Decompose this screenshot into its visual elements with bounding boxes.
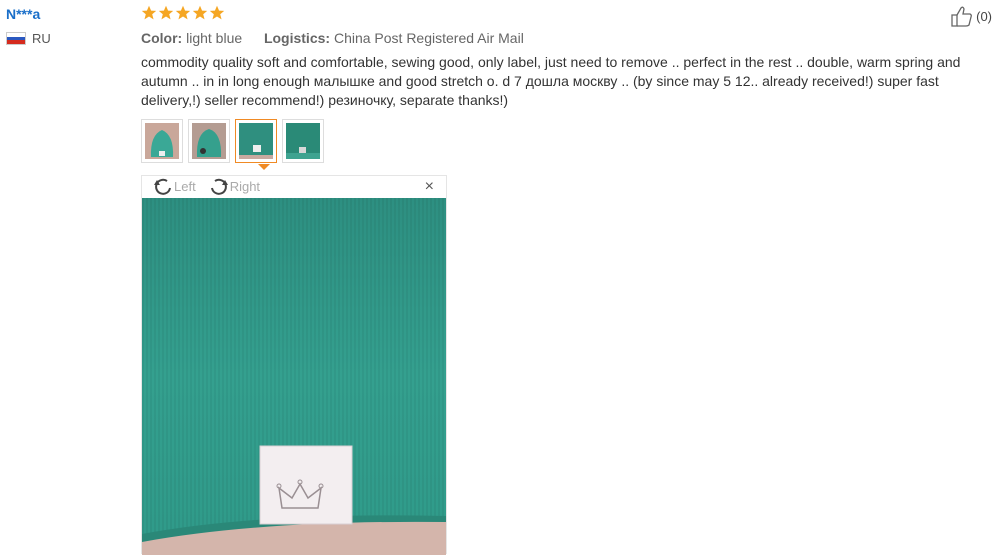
rotate-left-icon: [154, 178, 171, 195]
garment-label: [259, 445, 353, 525]
star-icon: [192, 5, 208, 20]
rotate-right-icon: [210, 178, 228, 195]
logistics-value: China Post Registered Air Mail: [333, 30, 524, 46]
thumb-4[interactable]: [282, 119, 324, 163]
thumb-1[interactable]: [141, 119, 183, 163]
review-body: Color: light blue Logistics: China Post …: [141, 3, 991, 110]
russia-flag-icon: [6, 32, 26, 45]
review-photo: [142, 198, 446, 555]
star-icon: [141, 5, 157, 20]
active-thumb-indicator: [258, 164, 270, 170]
buyer-country: RU: [6, 31, 51, 46]
star-icon: [158, 5, 174, 20]
star-icon: [209, 5, 225, 20]
rotate-left-button[interactable]: Left: [152, 177, 196, 197]
buyer-name[interactable]: N***a: [6, 5, 51, 23]
hat-photo-thumbnail: [192, 123, 226, 159]
star-rating: [141, 3, 991, 23]
viewer-toolbar: Left Right ×: [142, 176, 446, 197]
order-meta: Color: light blue Logistics: China Post …: [141, 30, 991, 46]
star-icon: [175, 5, 191, 20]
hat-photo-thumbnail: [239, 123, 273, 159]
rotate-right-label: Right: [229, 179, 261, 194]
buyer-info: N***a RU: [6, 5, 51, 46]
close-viewer-button[interactable]: ×: [425, 178, 434, 196]
thumb-3[interactable]: [235, 119, 277, 163]
color-value: light blue: [186, 30, 243, 46]
review-comment: commodity quality soft and comfortable, …: [141, 54, 961, 108]
hat-photo-thumbnail: [145, 123, 179, 159]
thumbs-up-icon: [951, 6, 973, 27]
rotate-left-label: Left: [174, 179, 196, 194]
helpful-button[interactable]: (0): [950, 5, 992, 27]
color-label: Color:: [141, 30, 183, 46]
thumb-2[interactable]: [188, 119, 230, 163]
photo-viewer: Left Right ×: [141, 175, 447, 555]
country-code: RU: [32, 31, 51, 46]
helpful-count: (0): [976, 8, 992, 24]
photo-thumbnails: [141, 119, 324, 163]
hat-photo-thumbnail: [286, 123, 320, 159]
rotate-right-button[interactable]: Right: [208, 177, 260, 197]
logistics-label: Logistics:: [263, 30, 331, 46]
